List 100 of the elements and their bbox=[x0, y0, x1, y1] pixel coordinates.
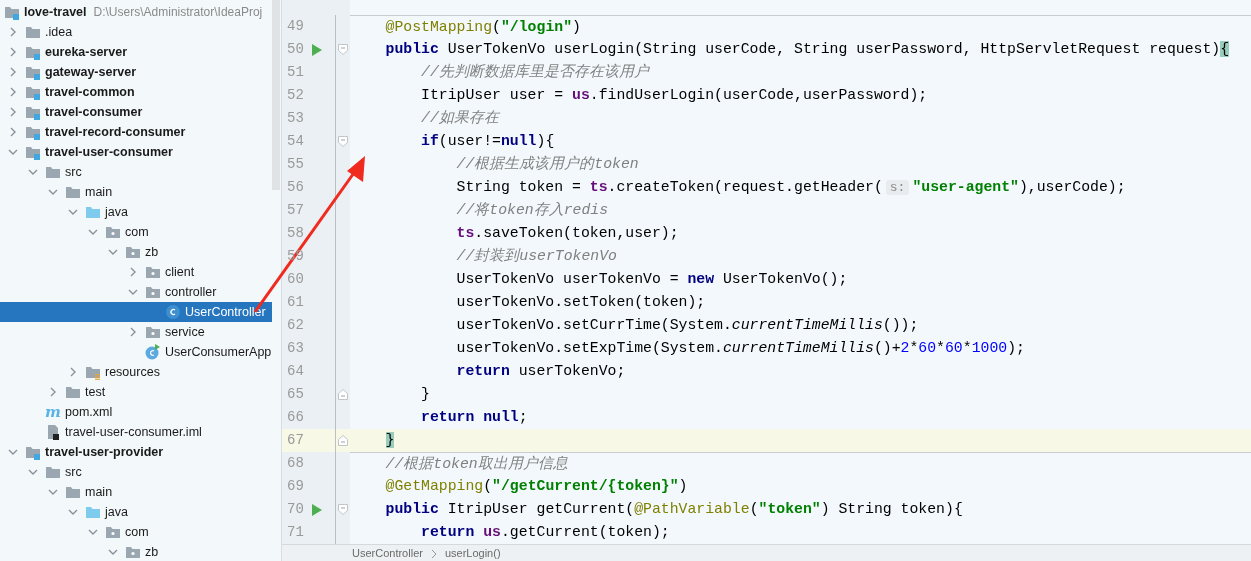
tree-item-label: UserConsumerApp bbox=[165, 343, 272, 361]
tree-item-label: main bbox=[85, 483, 113, 501]
tree-item[interactable]: com bbox=[0, 522, 272, 542]
code-line: String token = ts.createToken(request.getHeader( s: "user-agent"),userCode); bbox=[455, 180, 1126, 195]
line-number: 55 bbox=[286, 155, 305, 174]
tree-item[interactable]: travel-common bbox=[0, 82, 272, 102]
tree-item-label: travel-consumer bbox=[45, 103, 143, 121]
tree-item[interactable]: client bbox=[0, 262, 272, 282]
tree-item-label: travel-record-consumer bbox=[45, 123, 186, 141]
module-folder-icon bbox=[4, 4, 20, 20]
code-line: //先判断数据库里是否存在该用户 bbox=[420, 65, 649, 80]
tree-item[interactable]: com bbox=[0, 222, 272, 242]
tree-item-label: zb bbox=[145, 543, 159, 561]
module-folder-icon bbox=[25, 104, 41, 120]
tree-item-label: client bbox=[165, 263, 195, 281]
code-line: public ItripUser getCurrent(@PathVariable("token") String token){ bbox=[384, 502, 963, 517]
tree-item[interactable]: UserController bbox=[0, 302, 272, 322]
line-number: 50 bbox=[286, 40, 305, 59]
tree-item-label: resources bbox=[105, 363, 160, 381]
code-line: } bbox=[420, 387, 430, 402]
line-number: 60 bbox=[286, 270, 305, 289]
line-number: 71 bbox=[286, 523, 305, 542]
folder-icon bbox=[65, 184, 81, 200]
project-path: D:\Users\Administrator\IdeaProj bbox=[93, 4, 263, 21]
tree-item-label: UserController bbox=[185, 303, 266, 321]
folder-icon bbox=[85, 204, 101, 220]
fold-marker-icon[interactable] bbox=[338, 435, 348, 446]
run-icon[interactable] bbox=[312, 43, 322, 56]
fold-marker-icon[interactable] bbox=[338, 389, 348, 400]
tree-item[interactable]: test bbox=[0, 382, 272, 402]
class-icon bbox=[165, 304, 181, 320]
tree-item-label: travel-user-consumer.iml bbox=[65, 423, 202, 441]
code-line: //封装到userTokenVo bbox=[455, 249, 617, 264]
resources-folder-icon bbox=[85, 364, 101, 380]
runnable-class-icon bbox=[145, 344, 161, 360]
line-number: 53 bbox=[286, 109, 305, 128]
tree-item[interactable]: love-travel D:\Users\Administrator\IdeaProj bbox=[0, 2, 272, 22]
code-line: //将token存入redis bbox=[455, 203, 609, 218]
tree-item[interactable]: main bbox=[0, 182, 272, 202]
file-icon bbox=[45, 424, 61, 440]
run-icon[interactable] bbox=[312, 503, 322, 516]
tree-item-label: .idea bbox=[45, 23, 73, 41]
fold-marker-icon[interactable] bbox=[338, 136, 348, 147]
tree-item[interactable]: java bbox=[0, 502, 272, 522]
fold-marker-icon[interactable] bbox=[338, 44, 348, 55]
tree-item[interactable]: travel-user-consumer bbox=[0, 142, 272, 162]
module-folder-icon bbox=[25, 44, 41, 60]
tree-item-label: java bbox=[105, 203, 128, 221]
module-folder-icon bbox=[25, 124, 41, 140]
breadcrumb-item[interactable]: UserController bbox=[352, 547, 423, 560]
folder-icon bbox=[45, 164, 61, 180]
tree-item[interactable]: travel-consumer bbox=[0, 102, 272, 122]
tree-item-label: pom.xml bbox=[65, 403, 113, 421]
code-line: //根据token取出用户信息 bbox=[384, 456, 568, 472]
tree-item[interactable]: eureka-server bbox=[0, 42, 272, 62]
code-line: userTokenVo.setExpTime(System.currentTimeMillis()+2*60*60*1000); bbox=[455, 341, 1025, 356]
code-line: ItripUser user = us.findUserLogin(userCode,userPassword); bbox=[420, 88, 928, 103]
tree-item-label: com bbox=[125, 223, 149, 241]
tree-item[interactable]: zb bbox=[0, 542, 272, 561]
tree-item[interactable]: travel-user-provider bbox=[0, 442, 272, 462]
tree-item[interactable]: m pom.xml bbox=[0, 402, 272, 422]
tree-item-label: src bbox=[65, 463, 82, 481]
tree-item[interactable]: controller bbox=[0, 282, 272, 302]
scrollbar-thumb[interactable] bbox=[272, 0, 280, 190]
code-line: return userTokenVo; bbox=[455, 364, 626, 379]
tree-item-label: com bbox=[125, 523, 149, 541]
line-number: 67 bbox=[286, 431, 305, 450]
tree-item[interactable]: service bbox=[0, 322, 272, 342]
folder-icon bbox=[65, 484, 81, 500]
tree-item-label: gateway-server bbox=[45, 63, 137, 81]
line-number: 57 bbox=[286, 201, 305, 220]
tree-item[interactable]: UserConsumerApp bbox=[0, 342, 272, 362]
folder-icon bbox=[85, 504, 101, 520]
breadcrumb-item[interactable]: userLogin() bbox=[444, 547, 501, 560]
tree-item[interactable]: travel-record-consumer bbox=[0, 122, 272, 142]
tree-item-label: travel-common bbox=[45, 83, 135, 101]
line-number: 66 bbox=[286, 408, 305, 427]
tree-item[interactable]: gateway-server bbox=[0, 62, 272, 82]
code-line: public UserTokenVo userLogin(String userCode, String userPassword, HttpServletRequest request){ bbox=[384, 42, 1230, 57]
tree-item[interactable]: src bbox=[0, 162, 272, 182]
tree-item[interactable]: .idea bbox=[0, 22, 272, 42]
tree-item[interactable]: src bbox=[0, 462, 272, 482]
line-number: 51 bbox=[286, 63, 305, 82]
tree-item[interactable]: main bbox=[0, 482, 272, 502]
line-number: 69 bbox=[286, 477, 305, 496]
tree-item-label: test bbox=[85, 383, 106, 401]
code-line: //根据生成该用户的token bbox=[455, 157, 639, 172]
module-folder-icon bbox=[25, 444, 41, 460]
tree-item[interactable]: travel-user-consumer.iml bbox=[0, 422, 272, 442]
line-number: 58 bbox=[286, 224, 305, 243]
fold-marker-icon[interactable] bbox=[338, 504, 348, 515]
tree-item-label: eureka-server bbox=[45, 43, 127, 61]
tree-item[interactable]: java bbox=[0, 202, 272, 222]
folder-icon bbox=[25, 24, 41, 40]
tree-item-label: java bbox=[105, 503, 128, 521]
package-icon bbox=[105, 224, 121, 240]
tree-item-label: service bbox=[165, 323, 205, 341]
tree-item[interactable]: resources bbox=[0, 362, 272, 382]
tree-item[interactable]: zb bbox=[0, 242, 272, 262]
folder-icon bbox=[65, 384, 81, 400]
